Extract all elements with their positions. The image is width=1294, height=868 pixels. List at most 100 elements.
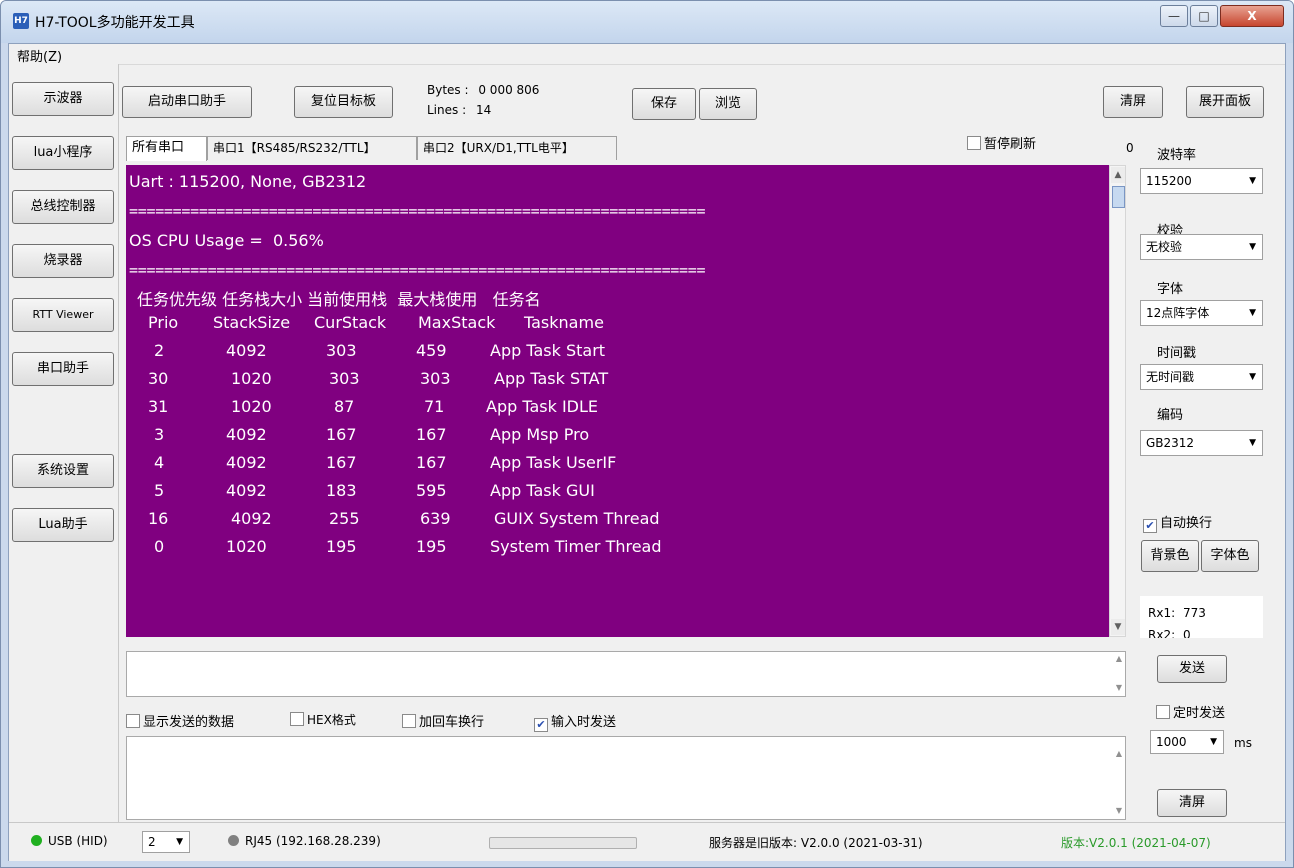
pause-count: 0: [1126, 141, 1134, 155]
task-stacksize: 4092: [226, 425, 267, 444]
sidebar-item-lua-assistant[interactable]: Lua助手: [12, 508, 114, 542]
tab-port1[interactable]: 串口1【RS485/RS232/TTL】: [207, 136, 417, 160]
chevron-down-icon: ▼: [1210, 737, 1217, 747]
show-sent-box[interactable]: [126, 714, 140, 728]
send-button[interactable]: 发送: [1157, 655, 1227, 683]
task-name: App Task GUI: [490, 481, 595, 500]
task-prio: 31: [148, 397, 169, 416]
reset-target-button[interactable]: 复位目标板: [294, 86, 393, 118]
font-select[interactable]: 12点阵字体 ▼: [1140, 300, 1263, 326]
encoding-select[interactable]: GB2312 ▼: [1140, 430, 1263, 456]
timed-send-box[interactable]: [1156, 705, 1170, 719]
timed-send-checkbox[interactable]: 定时发送: [1156, 702, 1225, 721]
task-curstack: 255: [329, 509, 360, 528]
rj45-status-text: RJ45 (192.168.28.239): [245, 834, 381, 848]
task-stacksize: 1020: [231, 397, 272, 416]
scroll-down-arrow-icon[interactable]: ▼: [1116, 683, 1122, 692]
rx1-value: 773: [1182, 606, 1206, 620]
send-input[interactable]: ▲ ▼: [126, 736, 1126, 820]
scroll-thumb[interactable]: [1112, 186, 1125, 208]
rx2-counter: Rx2: 0: [1148, 628, 1191, 638]
scroll-up-arrow-icon[interactable]: ▲: [1116, 749, 1122, 758]
terminal-output[interactable]: Uart : 115200, None, GB2312 ============…: [126, 165, 1109, 637]
maximize-button[interactable]: □: [1190, 5, 1218, 27]
sidebar-item-serial-assistant[interactable]: 串口助手: [12, 352, 114, 386]
sidebar-item-lua-programs[interactable]: lua小程序: [12, 136, 114, 170]
rx1-label: Rx1:: [1148, 606, 1176, 620]
close-icon: X: [1247, 9, 1257, 23]
usb-status-text: USB (HID): [48, 834, 108, 848]
hex-checkbox[interactable]: HEX格式: [290, 711, 356, 728]
terminal-separator: ========================================…: [129, 261, 706, 279]
rj45-status: RJ45 (192.168.28.239): [228, 834, 381, 848]
autowrap-label: 自动换行: [1160, 516, 1213, 531]
rx1-counter: Rx1: 773: [1148, 606, 1206, 620]
parity-select[interactable]: 无校验 ▼: [1140, 234, 1263, 260]
send-history-box[interactable]: ▲ ▼: [126, 651, 1126, 697]
bytes-value: 0 000 806: [478, 83, 540, 97]
bytes-label: Bytes :: [427, 83, 469, 97]
interval-select[interactable]: 1000 ▼: [1150, 730, 1224, 754]
menu-bar: 帮助(Z): [9, 44, 1285, 65]
sidebar-item-oscilloscope[interactable]: 示波器: [12, 82, 114, 116]
col-header-curstack: CurStack: [314, 313, 387, 332]
crlf-box[interactable]: [402, 714, 416, 728]
baud-value: 115200: [1146, 174, 1192, 188]
bytes-readout: Bytes : 0 000 806: [427, 83, 539, 97]
tab-all-ports[interactable]: 所有串口: [126, 136, 207, 161]
task-prio: 5: [154, 481, 165, 500]
expand-panel-button[interactable]: 展开面板: [1186, 86, 1264, 118]
scroll-up-arrow-icon[interactable]: ▲: [1116, 654, 1122, 663]
interval-value: 1000: [1156, 735, 1187, 749]
sidebar-item-programmer[interactable]: 烧录器: [12, 244, 114, 278]
task-maxstack: 71: [424, 397, 445, 416]
task-maxstack: 195: [416, 537, 447, 556]
tab-port2[interactable]: 串口2【URX/D1,TTL电平】: [417, 136, 617, 160]
start-serial-button[interactable]: 启动串口助手: [122, 86, 252, 118]
pause-refresh-box[interactable]: [967, 136, 981, 150]
scroll-down-arrow-icon[interactable]: ▼: [1116, 806, 1122, 815]
sidebar-item-rtt-viewer[interactable]: RTT Viewer: [12, 298, 114, 332]
task-name: System Timer Thread: [490, 537, 662, 556]
port-select[interactable]: 2 ▼: [142, 831, 190, 853]
clear-screen-button[interactable]: 清屏: [1103, 86, 1163, 118]
font-value: 12点阵字体: [1146, 306, 1210, 320]
send-on-input-checkbox[interactable]: ✔ 输入时发送: [534, 711, 616, 732]
font-color-button[interactable]: 字体色: [1201, 540, 1259, 572]
chevron-down-icon: ▼: [1249, 308, 1256, 318]
progress-bar: [489, 837, 637, 849]
sidebar-item-system-settings[interactable]: 系统设置: [12, 454, 114, 488]
close-button[interactable]: X: [1220, 5, 1284, 27]
show-sent-checkbox[interactable]: 显示发送的数据: [126, 711, 234, 730]
save-button[interactable]: 保存: [632, 88, 696, 120]
pause-refresh-checkbox[interactable]: 暂停刷新: [967, 133, 1036, 152]
task-stacksize: 4092: [226, 453, 267, 472]
clear-send-button[interactable]: 清屏: [1157, 789, 1227, 817]
sidebar-item-bus-controller[interactable]: 总线控制器: [12, 190, 114, 224]
crlf-checkbox[interactable]: 加回车换行: [402, 711, 484, 730]
task-name: App Task IDLE: [486, 397, 599, 416]
task-curstack: 195: [326, 537, 357, 556]
browse-button[interactable]: 浏览: [699, 88, 757, 120]
timestamp-select[interactable]: 无时间戳 ▼: [1140, 364, 1263, 390]
task-curstack: 167: [326, 453, 357, 472]
timestamp-label: 时间戳: [1157, 346, 1197, 361]
check-icon[interactable]: ✔: [1143, 519, 1157, 533]
menu-help[interactable]: 帮助(Z): [17, 46, 62, 65]
task-prio: 0: [154, 537, 165, 556]
sidebar: 示波器 lua小程序 总线控制器 烧录器 RTT Viewer 串口助手 系统设…: [9, 64, 119, 822]
terminal-separator: ========================================…: [129, 202, 706, 220]
scroll-up-arrow-icon[interactable]: ▲: [1111, 167, 1125, 183]
hex-box[interactable]: [290, 712, 304, 726]
autowrap-checkbox[interactable]: ✔ 自动换行: [1143, 512, 1212, 533]
terminal-scrollbar[interactable]: ▲ ▼: [1109, 165, 1126, 637]
baud-select[interactable]: 115200 ▼: [1140, 168, 1263, 194]
col-header-taskname: Taskname: [524, 313, 604, 332]
scroll-down-arrow-icon[interactable]: ▼: [1111, 619, 1125, 635]
encoding-label: 编码: [1157, 408, 1184, 423]
minimize-button[interactable]: —: [1160, 5, 1188, 27]
terminal-header: Uart : 115200, None, GB2312: [129, 172, 367, 191]
check-icon[interactable]: ✔: [534, 718, 548, 732]
col-header-stacksize: StackSize: [213, 313, 291, 332]
background-color-button[interactable]: 背景色: [1141, 540, 1199, 572]
